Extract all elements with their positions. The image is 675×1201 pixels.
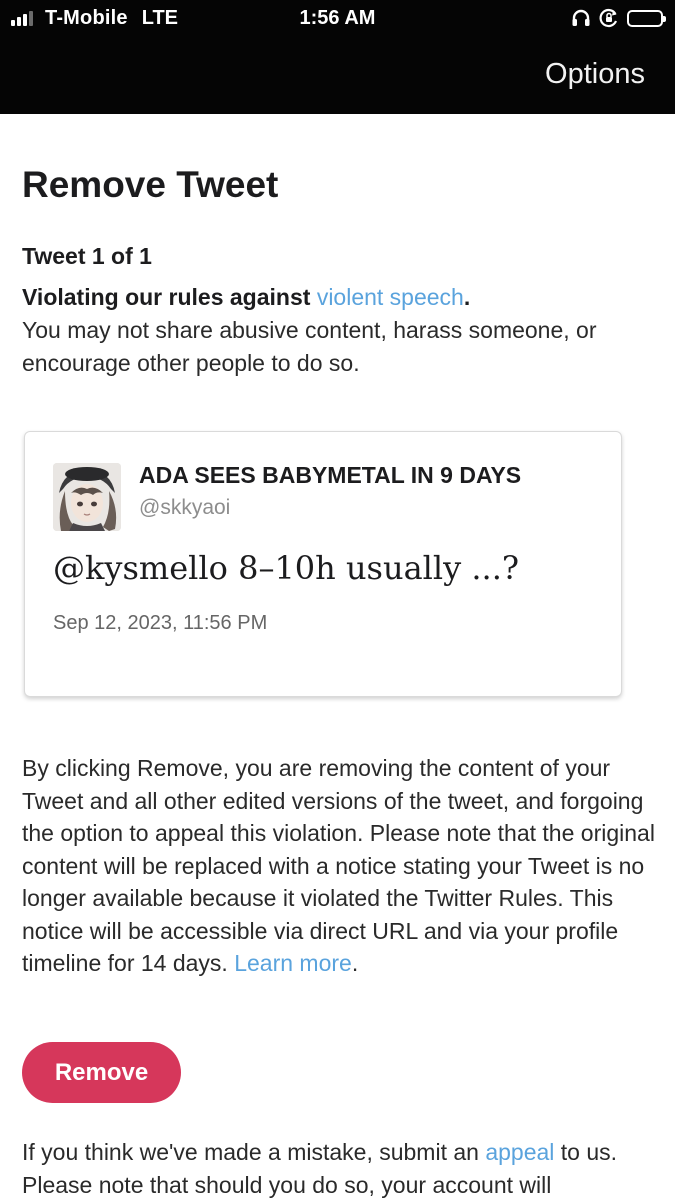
removal-notice-end: . [351,950,359,976]
violation-rule: Violating our rules against violent spee… [22,281,662,313]
learn-more-link[interactable]: Learn more [234,950,352,976]
tweet-card: ADA SEES BABYMETAL IN 9 DAYS @skkyaoi @k… [24,431,622,697]
avatar [53,463,121,531]
appeal-link[interactable]: appeal [485,1139,554,1165]
top-bar: T-Mobile LTE 1:56 AM Options [0,0,675,114]
page-title: Remove Tweet [22,164,279,205]
tweet-handle: @skkyaoi [139,496,231,519]
rule-description: You may not share abusive content, haras… [22,317,597,376]
appeal-notice: If you think we've made a mistake, submi… [22,1136,662,1201]
violation-rule-prefix: Violating our rules against [22,284,317,310]
violation-rule-suffix: . [463,284,471,310]
orientation-lock-icon [599,8,619,28]
options-button[interactable]: Options [545,58,645,91]
tweet-timestamp: Sep 12, 2023, 11:56 PM [53,612,268,634]
remove-button[interactable]: Remove [22,1042,181,1103]
battery-icon [627,9,666,27]
removal-notice-text: By clicking Remove, you are removing the… [22,755,655,976]
tweet-text: @kysmello 8–10h usually ...? [53,549,520,587]
tweet-count: Tweet 1 of 1 [22,243,152,269]
headphones-icon [571,9,591,27]
appeal-notice-prefix: If you think we've made a mistake, submi… [22,1139,486,1165]
status-bar-right [563,6,666,30]
removal-notice: By clicking Remove, you are removing the… [22,752,662,980]
tweet-display-name: ADA SEES BABYMETAL IN 9 DAYS [139,462,522,488]
violent-speech-link[interactable]: violent speech [317,284,464,310]
